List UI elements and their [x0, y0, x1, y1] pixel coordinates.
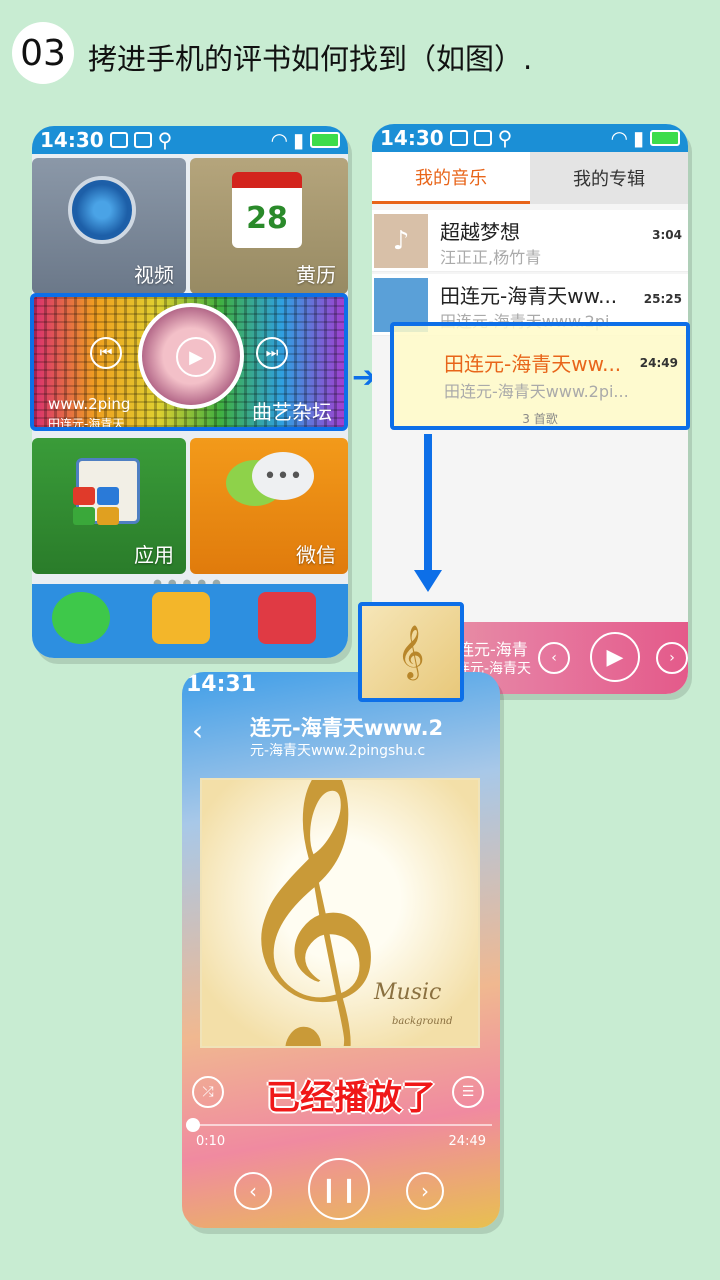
music-tabs: 我的音乐 我的专辑: [372, 152, 688, 204]
tile-wechat-label: 微信: [296, 543, 336, 567]
song-duration: 24:49: [639, 356, 678, 370]
status-time: 14:30: [380, 126, 444, 150]
shuffle-icon[interactable]: ⤮: [192, 1076, 224, 1108]
signal-icon: ▮: [292, 128, 304, 152]
treble-clef-icon: 𝄞: [230, 778, 384, 1048]
song-artist: 田连元-海青天www.2pi...: [444, 382, 629, 401]
music-tile-subtitle: 田连元-海青天: [48, 417, 125, 431]
next-track-icon[interactable]: ⏭: [256, 337, 288, 369]
wifi-icon: ◠: [611, 126, 627, 150]
film-reel-icon: [68, 176, 136, 244]
song-count: 3 首歌: [522, 412, 558, 426]
treble-clef-icon: 𝄞: [397, 624, 425, 678]
player-title: 连元-海青天www.2: [250, 716, 444, 740]
song-artist: 汪正正,杨竹青: [440, 248, 542, 267]
tab-my-music[interactable]: 我的音乐: [372, 152, 530, 204]
dock: [32, 584, 348, 658]
back-icon[interactable]: ‹: [192, 714, 203, 747]
next-icon[interactable]: ›: [656, 642, 688, 674]
arrow-down-icon: [414, 570, 442, 592]
play-icon[interactable]: ▶: [590, 632, 640, 682]
tile-calendar[interactable]: 28 黄历: [190, 158, 348, 294]
playing-status-caption: 已经播放了: [266, 1078, 436, 1118]
tile-apps[interactable]: 应用: [32, 438, 186, 574]
song-title: 田连元-海青天ww...: [440, 284, 618, 308]
playlist-icon[interactable]: ☰: [452, 1076, 484, 1108]
song-row-highlighted[interactable]: 田连元-海青天ww... 田连元-海青天www.2pi... 24:49 3 首…: [390, 322, 690, 430]
image-icon: [109, 132, 128, 148]
song-title: 超越梦想: [440, 220, 520, 244]
tab-my-albums[interactable]: 我的专辑: [530, 152, 688, 204]
mail-icon[interactable]: [152, 592, 210, 644]
battery-icon: [650, 130, 680, 146]
tile-wechat[interactable]: ••• 微信: [190, 438, 348, 574]
prev-track-icon[interactable]: ⏮: [90, 337, 122, 369]
song-duration: 25:25: [643, 292, 682, 306]
calendar-day: 28: [246, 200, 288, 236]
phone-icon[interactable]: [52, 592, 110, 644]
cover-text: Music: [374, 980, 442, 1005]
song-row[interactable]: ♪ 超越梦想 汪正正,杨竹青 3:04: [372, 210, 688, 272]
status-time: 14:31: [186, 672, 257, 697]
prev-icon[interactable]: ‹: [538, 642, 570, 674]
album-cover: 𝄞 Music background: [200, 778, 480, 1048]
song-duration: 3:04: [652, 228, 682, 242]
tile-apps-label: 应用: [134, 543, 174, 567]
wifi-icon: ◠: [271, 128, 287, 152]
play-icon[interactable]: ▶: [176, 337, 216, 377]
tile-video[interactable]: 视频: [32, 158, 186, 294]
music-note-icon: ♪: [374, 214, 428, 268]
music-tile-site: www.2ping: [48, 395, 131, 413]
mini-player-cover-highlighted[interactable]: 𝄞: [358, 602, 464, 702]
usb-icon: ⚲: [497, 126, 513, 150]
cover-subtext: background: [392, 1016, 453, 1027]
camera-icon[interactable]: [258, 592, 316, 644]
phone-player-screen: 14:31 ‹ 连元-海青天www.2 元-海青天www.2pingshu.c …: [182, 672, 500, 1228]
music-tile-label: 曲艺杂坛: [252, 400, 332, 424]
status-bar: 14:30 ⚲ ◠ ▮: [372, 124, 688, 152]
apps-clipboard-icon: [73, 458, 140, 525]
battery-icon: [310, 132, 340, 148]
tile-music-highlighted[interactable]: ⏮ ▶ ⏭ www.2ping 田连元-海青天 曲艺杂坛: [30, 293, 348, 431]
status-bar: 14:30 ⚲ ◠ ▮: [32, 126, 348, 154]
chat-bubble-icon: •••: [252, 452, 314, 500]
tile-calendar-label: 黄历: [296, 263, 336, 287]
song-title: 田连元-海青天ww...: [444, 352, 622, 376]
du-icon: [133, 132, 152, 148]
step-number: 03: [20, 32, 66, 74]
step-title: 拷进手机的评书如何找到（如图）.: [88, 42, 533, 76]
prev-icon[interactable]: ‹: [234, 1172, 272, 1210]
signal-icon: ▮: [632, 126, 644, 150]
pause-icon[interactable]: ❙❙: [308, 1158, 370, 1220]
tile-video-label: 视频: [134, 263, 174, 287]
status-time: 14:30: [40, 128, 104, 152]
next-icon[interactable]: ›: [406, 1172, 444, 1210]
progress-knob[interactable]: [186, 1118, 200, 1132]
step-number-badge: 03: [12, 22, 74, 84]
image-icon: [449, 130, 468, 146]
player-subtitle: 元-海青天www.2pingshu.c: [250, 743, 426, 759]
calendar-icon: 28: [232, 172, 302, 248]
progress-bar[interactable]: [192, 1124, 492, 1126]
usb-icon: ⚲: [157, 128, 173, 152]
time-total: 24:49: [448, 1134, 486, 1149]
time-current: 0:10: [196, 1134, 226, 1149]
du-icon: [473, 130, 492, 146]
arrow-down-line: [424, 434, 432, 574]
